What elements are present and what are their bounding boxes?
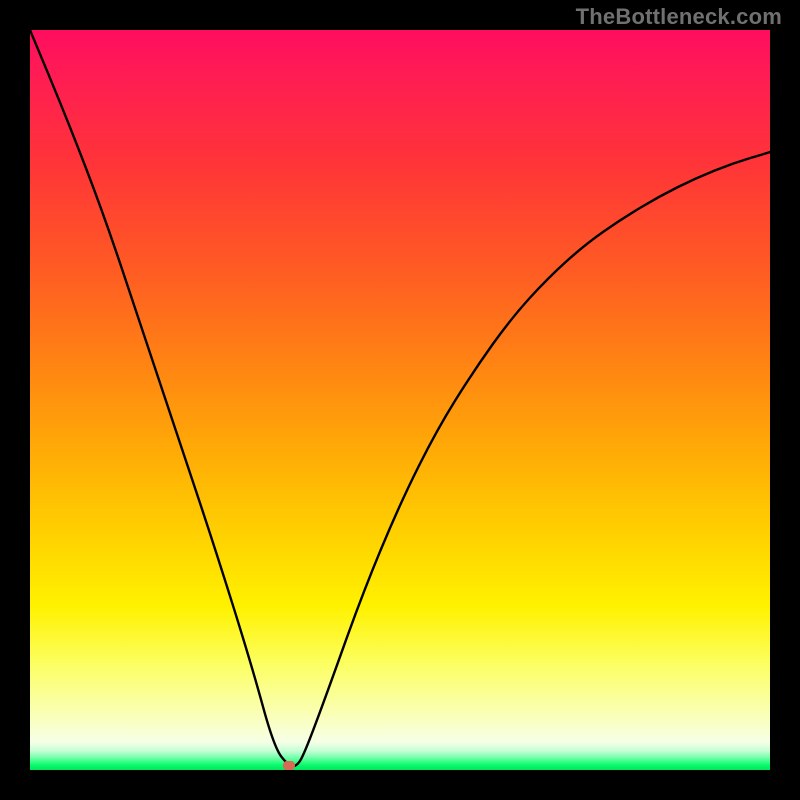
plot-area <box>30 30 770 770</box>
bottleneck-curve <box>30 30 770 770</box>
optimal-point-marker <box>283 761 295 770</box>
chart-frame: TheBottleneck.com <box>0 0 800 800</box>
watermark-text: TheBottleneck.com <box>576 4 782 30</box>
